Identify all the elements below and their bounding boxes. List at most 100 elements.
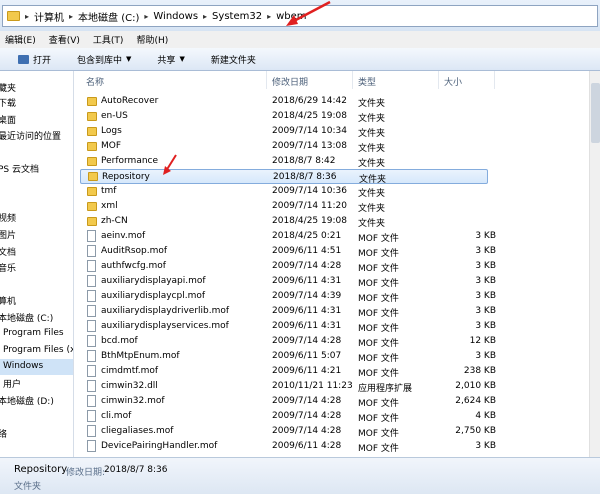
nav-music[interactable]: 音乐	[0, 261, 16, 274]
folder-icon	[87, 97, 97, 106]
folder-row[interactable]: xml 2009/7/14 11:20 文件夹	[74, 199, 600, 214]
nav-downloads[interactable]: 下载	[0, 96, 16, 109]
address-bar[interactable]: ▸ 计算机 ▸ 本地磁盘 (C:) ▸ Windows ▸ System32 ▸…	[2, 5, 598, 27]
chevron-right-icon[interactable]: ▸	[267, 12, 271, 21]
menu-view[interactable]: 查看(V)	[49, 33, 80, 46]
file-name: aeinv.mof	[101, 231, 146, 241]
folder-row[interactable]: Performance 2018/8/7 8:42 文件夹	[74, 154, 600, 169]
folder-row[interactable]: AutoRecover 2018/6/29 14:42 文件夹	[74, 94, 600, 109]
file-name: cimdmtf.mof	[101, 366, 159, 376]
file-row[interactable]: auxiliarydisplayapi.mof 2009/6/11 4:31 MOF…	[74, 274, 600, 289]
menu-tools[interactable]: 工具(T)	[93, 33, 124, 46]
file-row[interactable]: AuditRsop.mof 2009/6/11 4:51 MOF 文件 3 KB	[74, 244, 600, 259]
nav-ps-cloud-docs[interactable]: PS 云文档	[0, 162, 39, 175]
file-type: MOF 文件	[358, 294, 399, 304]
nav-documents[interactable]: 文档	[0, 245, 16, 258]
column-modified[interactable]: 修改日期	[272, 75, 308, 88]
share-button[interactable]: 共享 ▼	[157, 53, 184, 66]
folder-row[interactable]: en-US 2018/4/25 19:08 文件夹	[74, 109, 600, 124]
file-row[interactable]: cli.mof 2009/7/14 4:28 MOF 文件 4 KB	[74, 409, 600, 424]
file-row[interactable]: cimdmtf.mof 2009/6/11 4:21 MOF 文件 238 KB	[74, 364, 600, 379]
nav-pictures[interactable]: 图片	[0, 228, 16, 241]
column-divider[interactable]	[494, 71, 495, 89]
nav-program-files-x86[interactable]: Program Files (x	[3, 345, 73, 355]
file-size: 3 KB	[475, 306, 496, 316]
vertical-scrollbar[interactable]	[589, 71, 600, 457]
chevron-right-icon[interactable]: ▸	[69, 12, 73, 21]
file-modified: 2009/7/14 11:20	[272, 201, 347, 211]
file-size: 3 KB	[475, 351, 496, 361]
file-row[interactable]: cliegaliases.mof 2009/7/14 4:28 MOF 文件 2,75…	[74, 424, 600, 439]
file-modified: 2009/6/11 5:07	[272, 351, 342, 361]
folder-row[interactable]: Logs 2009/7/14 10:34 文件夹	[74, 124, 600, 139]
file-name: cliegaliases.mof	[101, 426, 174, 436]
chevron-right-icon[interactable]: ▸	[203, 12, 207, 21]
nav-local-disk-c[interactable]: 本地磁盘 (C:)	[0, 311, 53, 324]
nav-windows[interactable]: Windows	[0, 359, 73, 375]
nav-videos[interactable]: 视频	[0, 211, 16, 224]
file-icon	[87, 380, 96, 392]
file-row[interactable]: auxiliarydisplaydriverlib.mof 2009/6/11 4…	[74, 304, 600, 319]
menu-edit[interactable]: 编辑(E)	[5, 33, 36, 46]
file-row[interactable]: authfwcfg.mof 2009/7/14 4:28 MOF 文件 3 KB	[74, 259, 600, 274]
nav-program-files[interactable]: Program Files	[3, 328, 64, 338]
column-divider[interactable]	[438, 71, 439, 89]
breadcrumb-computer[interactable]: 计算机	[34, 9, 64, 24]
column-size[interactable]: 大小	[444, 75, 462, 88]
nav-desktop[interactable]: 桌面	[0, 113, 16, 126]
file-type: MOF 文件	[358, 414, 399, 424]
nav-local-disk-d[interactable]: 本地磁盘 (D:)	[0, 394, 54, 407]
file-name: BthMtpEnum.mof	[101, 351, 180, 361]
file-size: 12 KB	[469, 336, 496, 346]
file-row[interactable]: cimwin32.dll 2010/11/21 11:23 应用程序扩展 2,010 …	[74, 379, 600, 394]
breadcrumb-wbem[interactable]: wbem	[276, 11, 306, 22]
file-row[interactable]: BthMtpEnum.mof 2009/6/11 5:07 MOF 文件 3 KB	[74, 349, 600, 364]
file-size: 3 KB	[475, 441, 496, 451]
file-icon	[87, 350, 96, 362]
file-row[interactable]: cimwin32.mof 2009/7/14 4:28 MOF 文件 2,624 KB	[74, 394, 600, 409]
chevron-right-icon[interactable]: ▸	[25, 12, 29, 21]
file-type: 文件夹	[358, 144, 386, 154]
breadcrumb-system32[interactable]: System32	[212, 11, 262, 22]
nav-recent-places[interactable]: 最近访问的位置	[0, 129, 61, 142]
file-row[interactable]: DevicePairingHandler.mof 2009/6/11 4:28 MO…	[74, 439, 600, 454]
column-headers: 名称 修改日期 类型 大小	[74, 71, 600, 89]
folder-row[interactable]: tmf 2009/7/14 10:36 文件夹	[74, 184, 600, 199]
column-divider[interactable]	[352, 71, 353, 89]
column-divider[interactable]	[266, 71, 267, 89]
file-row[interactable]: auxiliarydisplaycpl.mof 2009/7/14 4:39 MOF…	[74, 289, 600, 304]
folder-row[interactable]: Repository 2018/8/7 8:36 文件夹	[80, 169, 488, 185]
file-row[interactable]: aeinv.mof 2018/4/25 0:21 MOF 文件 3 KB	[74, 229, 600, 244]
file-name: zh-CN	[101, 216, 128, 226]
file-modified: 2009/6/11 4:31	[272, 276, 342, 286]
chevron-right-icon[interactable]: ▸	[144, 12, 148, 21]
file-modified: 2018/8/7 8:36	[273, 172, 337, 182]
breadcrumb-windows[interactable]: Windows	[153, 11, 198, 22]
file-row[interactable]: auxiliarydisplayservices.mof 2009/6/11 4:…	[74, 319, 600, 334]
menu-help[interactable]: 帮助(H)	[136, 33, 168, 46]
file-modified: 2009/7/14 4:28	[272, 336, 342, 346]
folder-row[interactable]: zh-CN 2018/4/25 19:08 文件夹	[74, 214, 600, 229]
nav-favorites[interactable]: 藏夹	[0, 81, 16, 94]
column-type[interactable]: 类型	[358, 75, 376, 88]
include-in-library-button[interactable]: 包含到库中 ▼	[77, 53, 131, 66]
folder-row[interactable]: MOF 2009/7/14 13:08 文件夹	[74, 139, 600, 154]
file-row[interactable]: bcd.mof 2009/7/14 4:28 MOF 文件 12 KB	[74, 334, 600, 349]
file-size: 3 KB	[475, 261, 496, 271]
new-folder-button[interactable]: 新建文件夹	[211, 53, 256, 66]
file-icon	[87, 320, 96, 332]
scrollbar-thumb[interactable]	[591, 83, 600, 143]
file-type: MOF 文件	[358, 234, 399, 244]
breadcrumb-local-disk-c[interactable]: 本地磁盘 (C:)	[78, 9, 139, 24]
nav-computer[interactable]: 算机	[0, 294, 16, 307]
file-name: cimwin32.dll	[101, 381, 158, 391]
file-type: 文件夹	[358, 99, 386, 109]
nav-users[interactable]: 用户	[3, 377, 21, 390]
file-name: Repository	[102, 172, 150, 182]
column-name[interactable]: 名称	[86, 75, 104, 88]
file-icon	[87, 335, 96, 347]
nav-network[interactable]: 络	[0, 427, 7, 440]
open-button[interactable]: 打开	[18, 53, 51, 66]
file-type: 文件夹	[358, 189, 386, 199]
file-modified: 2018/6/29 14:42	[272, 96, 347, 106]
